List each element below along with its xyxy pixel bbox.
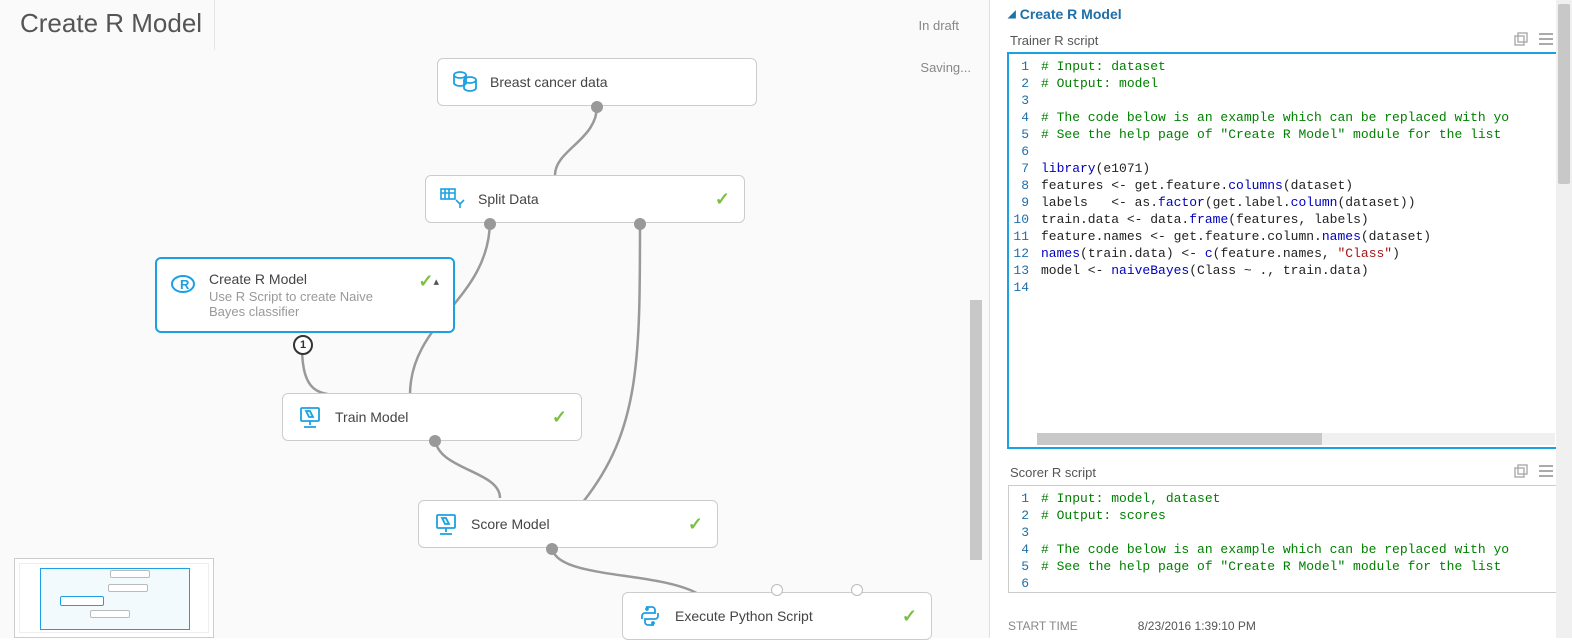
scorer-script-label: Scorer R script [1010,465,1096,480]
panel-header[interactable]: ◢ Create R Model [1008,4,1560,32]
panel-scrollbar[interactable] [1556,0,1572,638]
output-port[interactable] [546,543,558,555]
experiment-title: Create R Model [20,8,202,39]
start-time-label: START TIME [1008,619,1078,633]
popout-icon[interactable] [1514,464,1528,481]
scrollbar-thumb[interactable] [1558,4,1570,184]
collapse-icon[interactable]: ◢ [1008,9,1016,20]
node-label: Create R Model [209,271,406,287]
node-score-model[interactable]: Score Model ✓ [418,500,718,548]
node-label: Breast cancer data [490,74,742,90]
properties-panel: ◢ Create R Model Trainer R script 123456… [990,0,1572,638]
horizontal-scrollbar[interactable] [1037,433,1555,445]
minimap-node [60,596,104,606]
check-icon: ✓ [418,271,433,292]
input-port[interactable] [851,584,863,596]
scorer-code-editor[interactable]: 123456 # Input: model, dataset# Output: … [1008,485,1560,593]
code-body[interactable]: # Input: model, dataset# Output: scores … [1037,486,1559,592]
node-label: Score Model [471,516,676,532]
line-gutter: 123456 [1009,486,1033,592]
node-subtitle: Use R Script to create Naive Bayes class… [209,289,406,319]
experiment-canvas[interactable]: Create R Model In draft Saving... Breast… [0,0,990,638]
node-create-r-model[interactable]: R Create R Model Use R Script to create … [155,257,455,333]
node-breast-cancer-data[interactable]: Breast cancer data [437,58,757,106]
minimap-node [90,610,130,618]
draft-status: In draft [919,18,959,33]
popout-icon[interactable] [1514,32,1528,49]
node-train-model[interactable]: Train Model ✓ [282,393,582,441]
scorer-script-section: Scorer R script 123456 # Input: model, d… [1008,464,1560,593]
panel-title: Create R Model [1020,6,1122,22]
svg-text:R: R [180,277,190,292]
start-time-value: 8/23/2016 1:39:10 PM [1138,619,1256,633]
minimap-node [108,584,148,592]
line-gutter: 1234567891011121314 [1009,54,1033,296]
menu-icon[interactable] [1538,464,1554,481]
check-icon: ✓ [902,606,917,627]
minimap[interactable] [14,558,214,638]
node-label: Split Data [478,191,703,207]
canvas-scrollbar[interactable] [970,300,982,560]
input-port[interactable] [771,584,783,596]
chevron-up-icon[interactable]: ▴ [433,275,439,288]
output-port-badge[interactable]: 1 [293,335,313,355]
saving-status: Saving... [920,60,971,75]
node-label: Train Model [335,409,540,425]
code-body[interactable]: # Input: dataset# Output: model # The co… [1037,54,1559,296]
node-label: Execute Python Script [675,608,890,624]
python-icon [637,603,663,629]
scrollbar-thumb[interactable] [1037,433,1322,445]
trainer-script-section: Trainer R script 1234567891011121314 # I… [1008,32,1560,448]
output-port[interactable] [429,435,441,447]
output-port[interactable] [484,218,496,230]
output-port[interactable] [634,218,646,230]
score-icon [433,511,459,537]
node-execute-python-script[interactable]: Execute Python Script ✓ [622,592,932,640]
divider [214,0,215,50]
menu-icon[interactable] [1538,32,1554,49]
check-icon: ✓ [715,189,730,210]
trainer-code-editor[interactable]: 1234567891011121314 # Input: dataset# Ou… [1008,53,1560,448]
output-port[interactable] [591,101,603,113]
check-icon: ✓ [688,514,703,535]
check-icon: ✓ [552,407,567,428]
trainer-script-label: Trainer R script [1010,33,1098,48]
split-icon [440,186,466,212]
meta-row: START TIME 8/23/2016 1:39:10 PM [1008,609,1560,633]
minimap-node [110,570,150,578]
train-icon [297,404,323,430]
node-split-data[interactable]: Split Data ✓ [425,175,745,223]
dataset-icon [452,69,478,95]
r-icon: R [171,271,197,297]
